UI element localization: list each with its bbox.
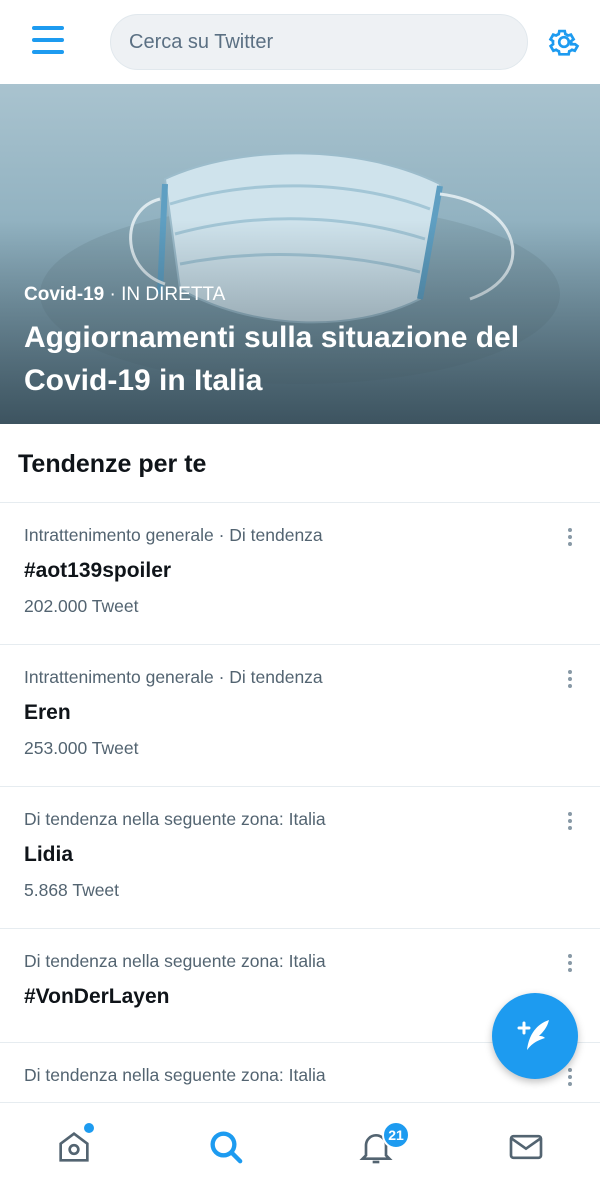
menu-line (32, 26, 64, 30)
trend-name: #VonDerLayen (24, 985, 170, 1008)
top-bar (0, 0, 600, 84)
trend-context: Intrattenimento generale · Di tendenza (24, 525, 323, 545)
compose-tweet-button[interactable] (492, 993, 578, 1079)
more-vertical-icon[interactable] (560, 809, 580, 833)
search-bar[interactable] (110, 14, 528, 70)
mail-icon[interactable] (506, 1127, 546, 1167)
trend-count: 5.868 Tweet (24, 880, 120, 900)
trend-context: Di tendenza nella seguente zona: Italia (24, 951, 326, 971)
menu-line (32, 38, 64, 42)
trend-item[interactable]: Di tendenza nella seguente zona: Italia … (0, 787, 600, 929)
hero-meta: Covid-19 · IN DIRETTA (24, 284, 225, 306)
trend-context: Di tendenza nella seguente zona: Italia (24, 809, 326, 829)
trend-context: Intrattenimento generale · Di tendenza (24, 667, 323, 687)
hero-topic: Covid-19 (24, 284, 105, 305)
trends-list: Intrattenimento generale · Di tendenza #… (0, 503, 600, 1184)
trend-item[interactable]: Intrattenimento generale · Di tendenza #… (0, 503, 600, 645)
trend-name: Eren (24, 701, 71, 724)
menu-icon[interactable] (28, 22, 68, 62)
home-new-indicator (84, 1123, 94, 1133)
trend-name: Lidia (24, 843, 74, 866)
more-vertical-icon[interactable] (560, 951, 580, 975)
hero-separator: · (104, 284, 122, 305)
more-vertical-icon[interactable] (560, 525, 580, 549)
search-icon[interactable] (206, 1127, 246, 1167)
hero-title: Aggiornamenti sulla situazione del Covid… (24, 321, 520, 397)
gear-icon[interactable] (546, 24, 582, 60)
hero-banner[interactable]: Covid-19 · IN DIRETTA Aggiornamenti sull… (0, 84, 600, 424)
trend-count: 253.000 Tweet (24, 738, 139, 758)
notifications-badge: 21 (382, 1121, 410, 1149)
hero-live-label: IN DIRETTA (121, 284, 226, 305)
trend-name: #aot139spoiler (24, 559, 172, 582)
bottom-nav: 21 (0, 1102, 600, 1184)
more-vertical-icon[interactable] (560, 667, 580, 691)
trend-count: 202.000 Tweet (24, 596, 139, 616)
menu-line (32, 50, 64, 54)
search-input[interactable] (111, 15, 527, 69)
home-icon[interactable] (54, 1127, 94, 1167)
trend-context: Di tendenza nella seguente zona: Italia (24, 1065, 326, 1085)
compose-tweet-icon (517, 1020, 549, 1050)
trend-item[interactable]: Intrattenimento generale · Di tendenza E… (0, 645, 600, 787)
section-title: Tendenze per te (18, 450, 207, 478)
